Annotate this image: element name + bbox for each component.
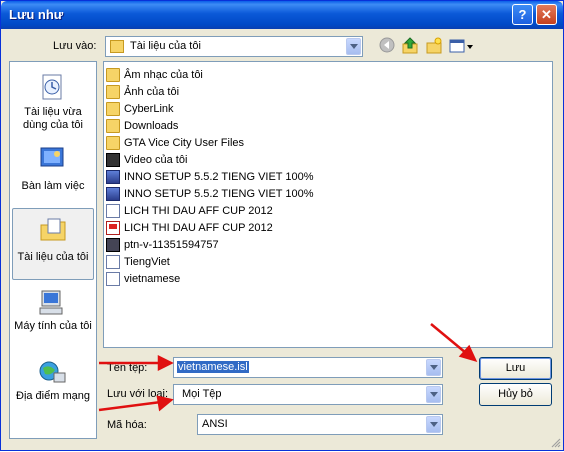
arrow-to-save-button <box>430 323 478 362</box>
annotation-arrows <box>98 323 478 412</box>
resize-grip-icon[interactable] <box>549 436 561 448</box>
arrow-to-filetype <box>98 395 174 412</box>
arrow-to-filename <box>99 354 174 372</box>
save-as-dialog: Lưu như ? ✕ Lưu vào: Tài liệu của tôi Tà… <box>0 0 564 451</box>
